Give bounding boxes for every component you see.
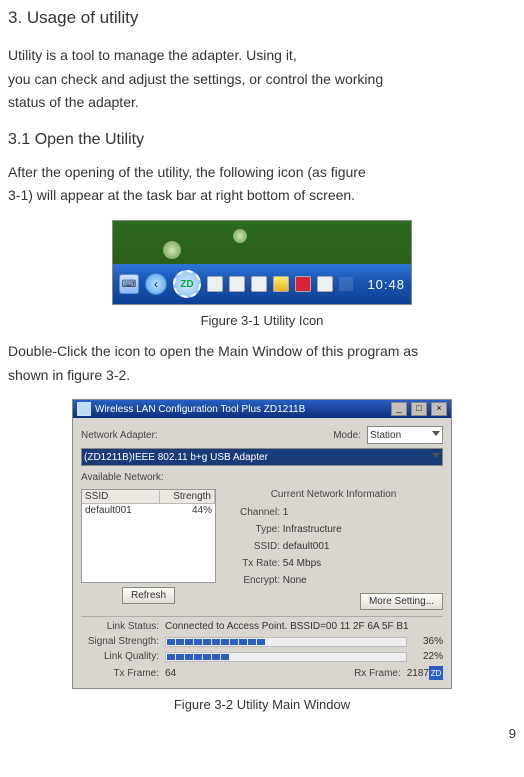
link-status-value: Connected to Access Point. BSSID=00 11 2… [165, 621, 409, 632]
double-click-line-1: Double-Click the icon to open the Main W… [8, 342, 516, 362]
window-title: Wireless LAN Configuration Tool Plus ZD1… [95, 404, 305, 415]
row-strength: 44% [161, 504, 215, 517]
tray-icon [229, 276, 245, 292]
available-network-table[interactable]: SSID Strength default001 44% [81, 489, 216, 583]
page-number: 9 [8, 726, 516, 741]
encrypt-label: Encrypt: [228, 572, 280, 589]
table-row[interactable]: default001 44% [82, 504, 215, 517]
col-strength-header: Strength [160, 490, 215, 503]
signal-strength-bar [165, 637, 407, 647]
tx-frame-label: Tx Frame: [81, 668, 159, 679]
utility-tray-icon[interactable]: ZD [173, 270, 201, 298]
intro-line-2: you can check and adjust the settings, o… [8, 70, 516, 90]
col-ssid-header: SSID [82, 490, 160, 503]
refresh-button[interactable]: Refresh [122, 587, 175, 604]
adapter-value: (ZD1211B)IEEE 802.11 b+g USB Adapter [84, 452, 268, 463]
encrypt-value: None [283, 575, 307, 586]
tray-expand-icon[interactable]: ‹ [145, 273, 167, 295]
tx-frame-value: 64 [165, 668, 176, 679]
link-quality-label: Link Quality: [81, 651, 159, 662]
network-adapter-label: Network Adapter: [81, 430, 158, 441]
figure-3-1-caption: Figure 3-1 Utility Icon [8, 313, 516, 328]
window-titlebar: Wireless LAN Configuration Tool Plus ZD1… [73, 400, 451, 418]
subsection-heading: 3.1 Open the Utility [8, 131, 516, 149]
maximize-button[interactable]: □ [411, 402, 427, 416]
intro-line-3: status of the adapter. [8, 93, 516, 113]
channel-value: 1 [283, 507, 289, 518]
type-value: Infrastructure [283, 524, 342, 535]
signal-strength-pct: 36% [413, 636, 443, 647]
more-setting-button[interactable]: More Setting... [360, 593, 443, 610]
figure-3-2-window: Wireless LAN Configuration Tool Plus ZD1… [72, 399, 452, 689]
double-click-line-2: shown in figure 3-2. [8, 366, 516, 386]
open-line-2: 3-1) will appear at the task bar at righ… [8, 186, 516, 206]
window-icon [77, 402, 91, 416]
row-ssid: default001 [82, 504, 161, 517]
channel-label: Channel: [228, 504, 280, 521]
alert-tray-icon [295, 276, 311, 292]
volume-icon [339, 277, 353, 291]
brand-logo-icon: ZD [429, 666, 443, 680]
intro-line-1: Utility is a tool to manage the adapter.… [8, 46, 516, 66]
ssid-label: SSID: [228, 538, 280, 555]
signal-strength-label: Signal Strength: [81, 636, 159, 647]
desktop-wallpaper [113, 221, 411, 264]
close-button[interactable]: × [431, 402, 447, 416]
mode-select[interactable]: Station [367, 426, 443, 444]
link-quality-bar [165, 652, 407, 662]
txrate-value: 54 Mbps [283, 558, 321, 569]
taskbar-clock: 10:48 [367, 277, 405, 292]
link-status-label: Link Status: [81, 621, 159, 632]
open-line-1: After the opening of the utility, the fo… [8, 163, 516, 183]
current-info-heading: Current Network Information [224, 489, 443, 500]
available-network-label: Available Network: [81, 472, 164, 483]
figure-3-1: ⌨ ‹ ZD 10:48 [112, 220, 412, 305]
taskbar: ⌨ ‹ ZD 10:48 [113, 264, 411, 305]
ssid-value: default001 [283, 541, 330, 552]
mode-value: Station [370, 430, 401, 441]
minimize-button[interactable]: _ [391, 402, 407, 416]
figure-3-2-caption: Figure 3-2 Utility Main Window [8, 697, 516, 712]
usb-tray-icon [317, 276, 333, 292]
keyboard-icon: ⌨ [119, 274, 139, 294]
security-shield-icon [273, 276, 289, 292]
tray-icon [251, 276, 267, 292]
rx-frame-label: Rx Frame: [354, 668, 401, 679]
section-heading: 3. Usage of utility [8, 8, 516, 28]
txrate-label: Tx Rate: [228, 555, 280, 572]
rx-frame-value: 2187 [407, 668, 429, 679]
mode-label: Mode: [333, 430, 361, 441]
type-label: Type: [228, 521, 280, 538]
tray-icon [207, 276, 223, 292]
adapter-select[interactable]: (ZD1211B)IEEE 802.11 b+g USB Adapter [81, 448, 443, 466]
link-quality-pct: 22% [413, 651, 443, 662]
